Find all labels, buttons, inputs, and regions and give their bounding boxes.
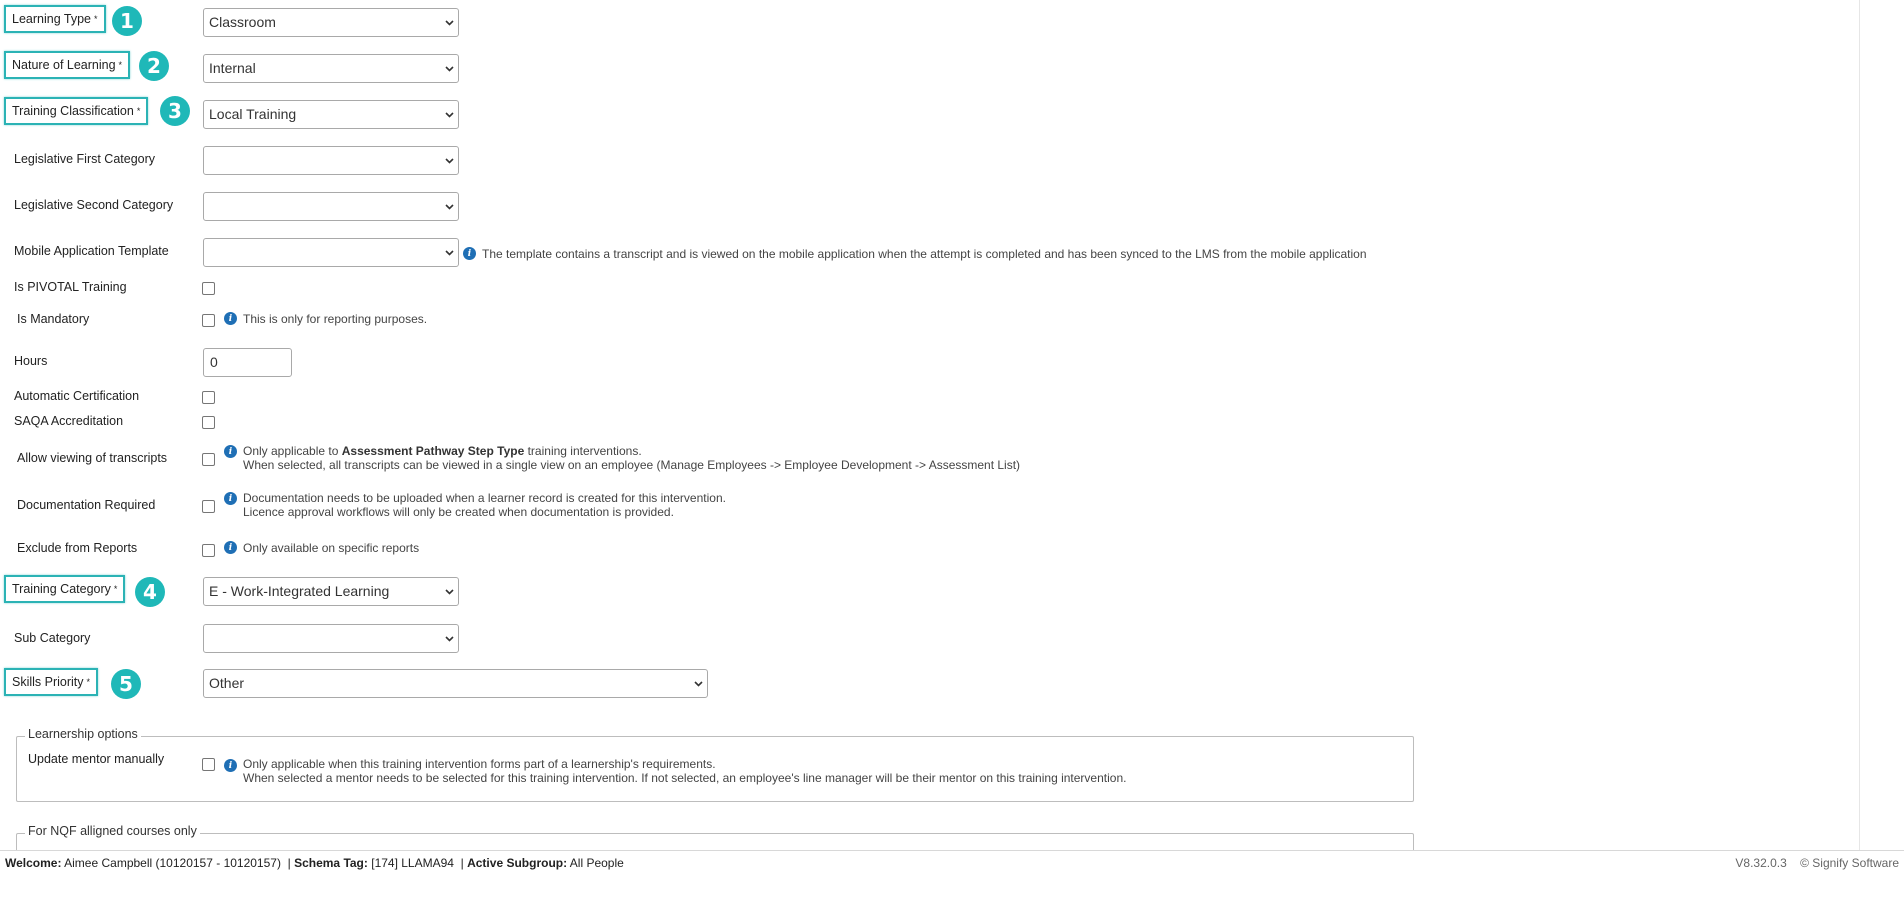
nqf-legend: For NQF alligned courses only xyxy=(25,824,200,838)
is-mandatory-info-text: This is only for reporting purposes. xyxy=(243,312,428,326)
required-marker: * xyxy=(86,677,91,687)
step-badge-1: 1 xyxy=(112,6,142,36)
nature-of-learning-select[interactable]: Internal xyxy=(203,54,459,83)
chevron-down-icon xyxy=(445,112,454,119)
active-subgroup-label: Active Subgroup: xyxy=(467,856,568,870)
learning-type-label: Learning Type * xyxy=(4,5,106,33)
is-mandatory-checkbox[interactable] xyxy=(202,314,215,327)
status-footer: Welcome: Aimee Campbell (10120157 - 1012… xyxy=(0,850,1904,875)
automatic-certification-label: Automatic Certification xyxy=(14,389,140,403)
hours-input[interactable]: 0 xyxy=(203,348,292,377)
is-mandatory-label: Is Mandatory xyxy=(17,312,90,326)
legislative-first-category-select[interactable] xyxy=(203,146,459,175)
allow-viewing-info-line2: When selected, all transcripts can be vi… xyxy=(243,458,1021,472)
legislative-first-category-label: Legislative First Category xyxy=(14,152,156,166)
schema-tag-value: [174] LLAMA94 xyxy=(371,856,454,870)
documentation-required-label: Documentation Required xyxy=(17,498,156,512)
hours-label: Hours xyxy=(14,354,48,368)
step-badge-2: 2 xyxy=(139,51,169,81)
mobile-template-info-text: The template contains a transcript and i… xyxy=(482,247,1367,261)
info-icon: i xyxy=(224,445,237,458)
training-category-label: Training Category * xyxy=(4,575,126,603)
is-pivotal-training-checkbox[interactable] xyxy=(202,282,215,295)
update-mentor-checkbox[interactable] xyxy=(202,758,215,771)
training-classification-select[interactable]: Local Training xyxy=(203,100,459,129)
learnership-info-line1: Only applicable when this training inter… xyxy=(243,757,716,771)
schema-tag-label: Schema Tag: xyxy=(294,856,368,870)
exclude-reports-info-text: Only available on specific reports xyxy=(243,541,420,555)
version-label: V8.32.0.3 xyxy=(1735,856,1787,870)
active-subgroup-value: All People xyxy=(569,856,624,870)
step-badge-3: 3 xyxy=(160,96,190,126)
sub-category-select[interactable] xyxy=(203,624,459,653)
exclude-from-reports-label: Exclude from Reports xyxy=(17,541,138,555)
is-pivotal-training-label: Is PIVOTAL Training xyxy=(14,280,127,294)
exclude-from-reports-checkbox[interactable] xyxy=(202,544,215,557)
info-icon: i xyxy=(224,492,237,505)
info-icon: i xyxy=(224,312,237,325)
mobile-application-template-select[interactable] xyxy=(203,238,459,267)
documentation-info-line1: Documentation needs to be uploaded when … xyxy=(243,491,726,505)
legislative-second-category-select[interactable] xyxy=(203,192,459,221)
learnership-options-legend: Learnership options xyxy=(25,727,141,741)
welcome-user: Aimee Campbell (10120157 - 10120157) xyxy=(64,856,281,870)
chevron-down-icon xyxy=(694,681,703,688)
info-icon: i xyxy=(224,541,237,554)
required-marker: * xyxy=(94,14,98,24)
documentation-required-checkbox[interactable] xyxy=(202,500,215,513)
step-badge-4: 4 xyxy=(135,577,165,607)
required-marker: * xyxy=(113,584,118,594)
required-marker: * xyxy=(136,106,141,116)
chevron-down-icon xyxy=(445,20,454,27)
allow-viewing-transcripts-label: Allow viewing of transcripts xyxy=(17,451,168,465)
documentation-info-line2: Licence approval workflows will only be … xyxy=(243,505,674,519)
allow-viewing-transcripts-checkbox[interactable] xyxy=(202,453,215,466)
footer-version-info: V8.32.0.3 © Signify Software xyxy=(1735,856,1899,870)
saqa-accreditation-checkbox[interactable] xyxy=(202,416,215,429)
nature-of-learning-label: Nature of Learning * xyxy=(4,51,131,79)
automatic-certification-checkbox[interactable] xyxy=(202,391,215,404)
skills-priority-select[interactable]: Other xyxy=(203,669,708,698)
info-icon: i xyxy=(224,759,237,772)
learning-type-select[interactable]: Classroom xyxy=(203,8,459,37)
allow-viewing-info-line1: Only applicable to Assessment Pathway St… xyxy=(243,444,642,458)
chevron-down-icon xyxy=(445,66,454,73)
copyright-label: © Signify Software xyxy=(1800,856,1899,870)
training-category-select[interactable]: E - Work-Integrated Learning xyxy=(203,577,459,606)
info-icon: i xyxy=(463,247,476,260)
chevron-down-icon xyxy=(445,250,454,257)
footer-session-info: Welcome: Aimee Campbell (10120157 - 1012… xyxy=(5,856,624,870)
chevron-down-icon xyxy=(445,158,454,165)
mobile-application-template-label: Mobile Application Template xyxy=(14,244,169,258)
step-badge-5: 5 xyxy=(111,669,141,699)
saqa-accreditation-label: SAQA Accreditation xyxy=(14,414,124,428)
skills-priority-label: Skills Priority * xyxy=(4,668,99,696)
learnership-info-line2: When selected a mentor needs to be selec… xyxy=(243,771,1127,785)
sub-category-label: Sub Category xyxy=(14,631,91,645)
update-mentor-label: Update mentor manually xyxy=(28,752,165,766)
required-marker: * xyxy=(118,60,123,70)
legislative-second-category-label: Legislative Second Category xyxy=(14,198,174,212)
chevron-down-icon xyxy=(445,589,454,596)
page-right-border xyxy=(1859,0,1860,850)
chevron-down-icon xyxy=(445,636,454,643)
welcome-label: Welcome: xyxy=(5,856,62,870)
chevron-down-icon xyxy=(445,204,454,211)
training-classification-label: Training Classification * xyxy=(4,97,149,125)
